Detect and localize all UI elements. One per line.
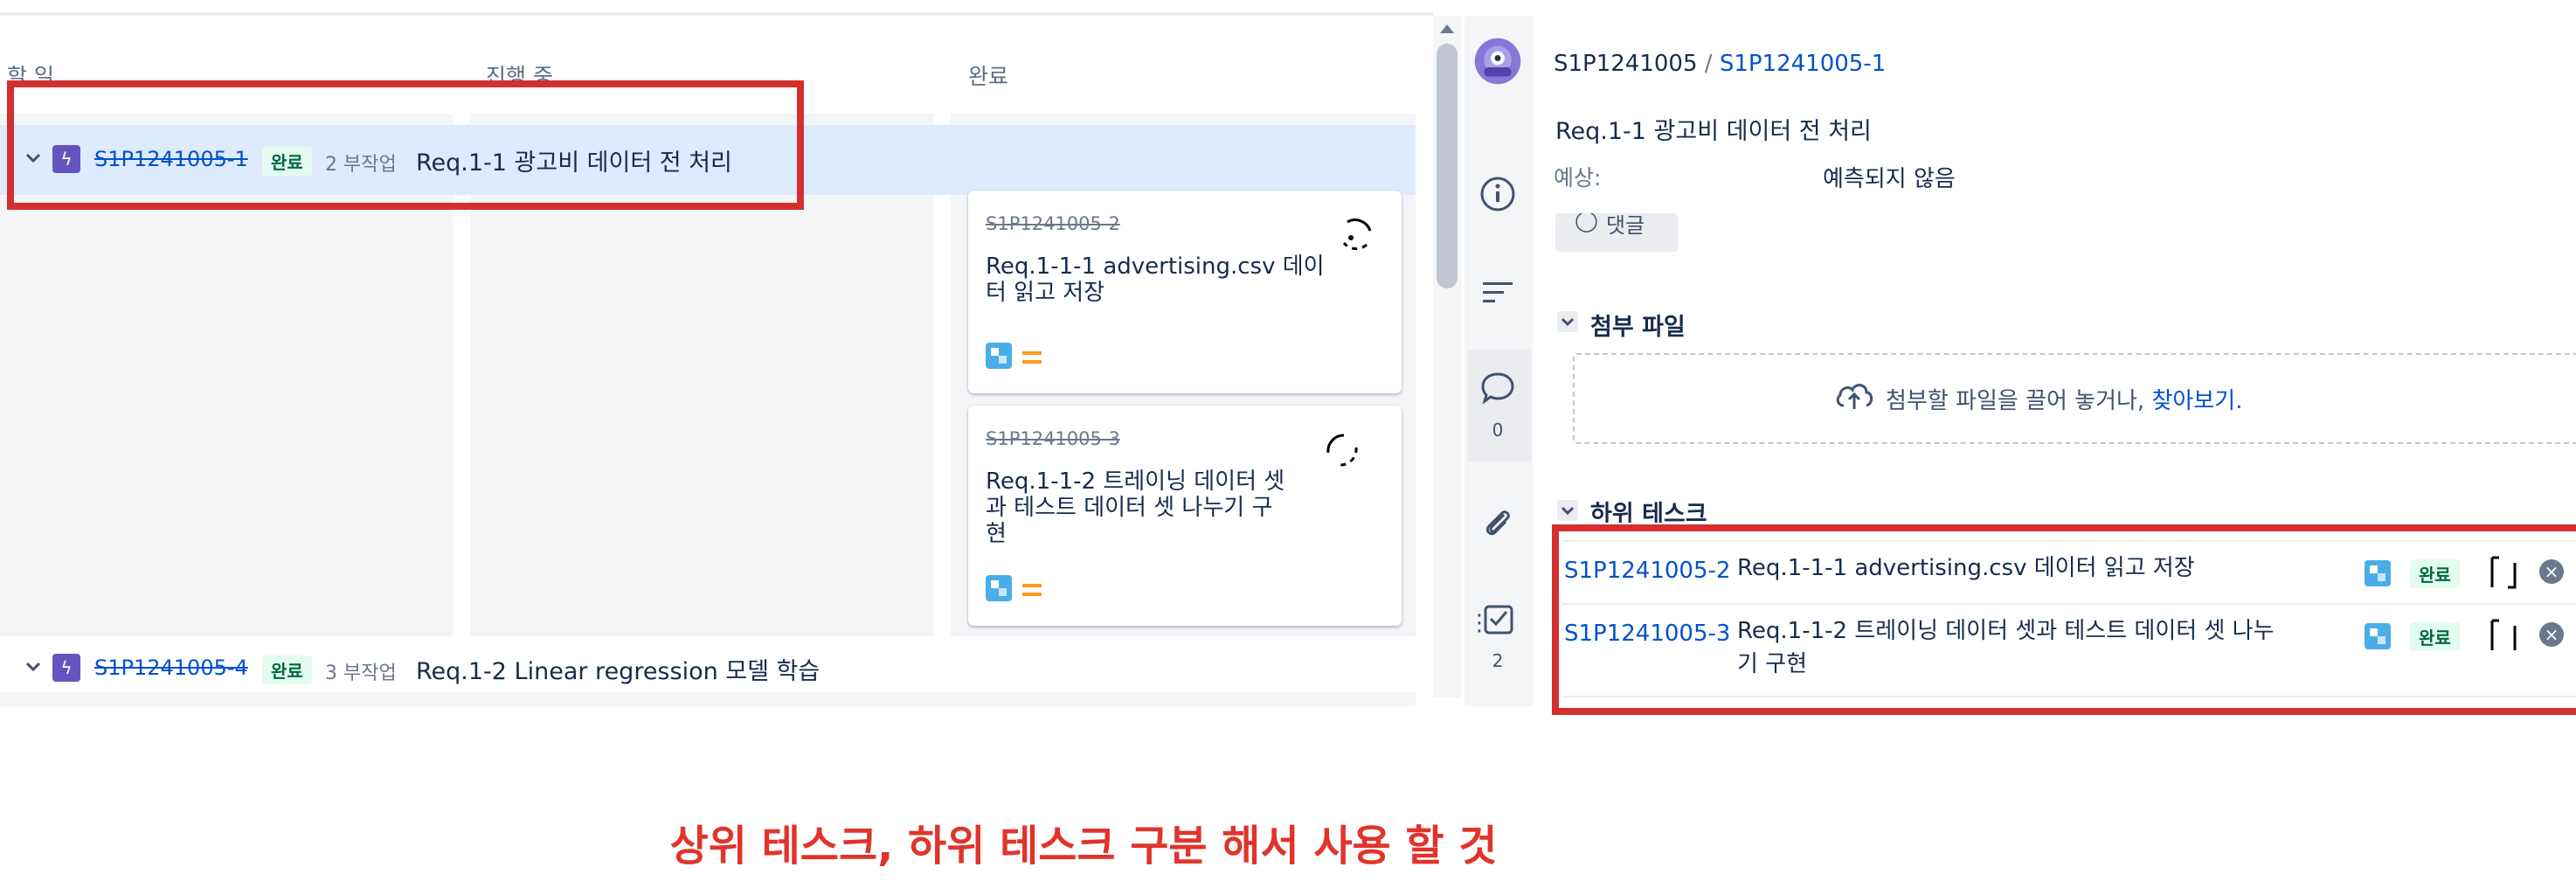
annotation-note: 상위 테스크, 하위 테스크 구분 해서 사용 할 것 bbox=[669, 822, 1498, 871]
details-lines-icon[interactable] bbox=[1473, 267, 1522, 316]
comment-count: 0 bbox=[1492, 420, 1504, 440]
dropzone-instruction: 첨부할 파일을 끌어 놓거나, bbox=[1886, 388, 2152, 414]
issue-card[interactable]: S1P1241005-2 Req.1-1-1 advertising.csv 데… bbox=[968, 191, 1402, 393]
board-bottom-strip bbox=[0, 692, 1416, 706]
browse-link[interactable]: 찾아보기. bbox=[2151, 388, 2242, 414]
avatar[interactable] bbox=[1332, 212, 1381, 264]
issue-key-link[interactable]: S1P1241005-4 bbox=[94, 656, 248, 680]
comment-button-label: 댓글 bbox=[1606, 213, 1645, 238]
card-title-line: Req.1-1-2 트레이닝 데이터 셋 bbox=[986, 468, 1285, 495]
chevron-down-icon[interactable] bbox=[1557, 311, 1578, 336]
annotation-box-parent-task bbox=[7, 80, 804, 210]
epic-icon: ϟ bbox=[52, 654, 80, 682]
chevron-down-icon[interactable] bbox=[1557, 500, 1578, 524]
avatar[interactable] bbox=[1318, 427, 1367, 479]
breadcrumb-current[interactable]: S1P1241005-1 bbox=[1720, 51, 1886, 77]
cloud-upload-icon bbox=[1833, 378, 1875, 416]
attachments-heading: 첨부 파일 bbox=[1590, 314, 1686, 341]
scroll-up-arrow-icon[interactable] bbox=[1440, 24, 1454, 33]
subtask-count: 3 부작업 bbox=[325, 662, 397, 684]
breadcrumb: S1P1241005 / S1P1241005-1 bbox=[1554, 51, 1886, 77]
scrollbar-thumb[interactable] bbox=[1437, 44, 1458, 288]
card-title-line: 터 읽고 저장 bbox=[986, 280, 1105, 306]
issue-title[interactable]: Req.1-1 광고비 데이터 전 처리 bbox=[1555, 112, 1872, 146]
estimate-value: 예측되지 않음 bbox=[1823, 166, 1956, 192]
info-icon[interactable] bbox=[1473, 170, 1522, 219]
breadcrumb-parent[interactable]: S1P1241005 bbox=[1554, 51, 1698, 77]
comment-button[interactable]: ◯ 댓글 bbox=[1555, 213, 1678, 252]
status-badge: 완료 bbox=[262, 656, 312, 684]
subtask-icon bbox=[986, 343, 1012, 369]
card-title-line: 현 bbox=[986, 521, 1007, 547]
column-header-done: 완료 bbox=[968, 64, 1009, 89]
project-avatar[interactable] bbox=[1473, 37, 1522, 86]
annotation-box-subtasks bbox=[1552, 524, 2576, 715]
card-title-line: Req.1-1-1 advertising.csv 데이 bbox=[986, 253, 1325, 280]
comment-icon[interactable] bbox=[1473, 364, 1522, 413]
comment-button-icon: ◯ bbox=[1575, 213, 1598, 232]
breadcrumb-separator: / bbox=[1697, 51, 1720, 77]
attachment-icon[interactable] bbox=[1473, 498, 1522, 547]
swimlane-title: Req.1-2 Linear regression 모델 학습 bbox=[416, 658, 821, 685]
issue-card[interactable]: S1P1241005-3 Req.1-1-2 트레이닝 데이터 셋 과 테스트 … bbox=[968, 406, 1402, 626]
priority-medium-icon bbox=[1022, 584, 1042, 596]
card-key: S1P1241005-2 bbox=[986, 213, 1120, 234]
priority-medium-icon bbox=[1022, 351, 1042, 364]
more-dots-icon[interactable]: ⋮ bbox=[1468, 610, 1491, 636]
dropzone-text: 첨부할 파일을 끌어 놓거나, 찾아보기. bbox=[1886, 383, 2242, 415]
checklist-count: 2 bbox=[1492, 650, 1504, 671]
chevron-down-icon[interactable] bbox=[23, 656, 44, 680]
card-title-line: 과 테스트 데이터 셋 나누기 구 bbox=[986, 495, 1273, 521]
subtasks-heading: 하위 테스크 bbox=[1590, 501, 1707, 523]
estimate-label: 예상: bbox=[1554, 165, 1602, 191]
card-key: S1P1241005-3 bbox=[986, 428, 1120, 449]
subtask-icon bbox=[986, 575, 1012, 601]
